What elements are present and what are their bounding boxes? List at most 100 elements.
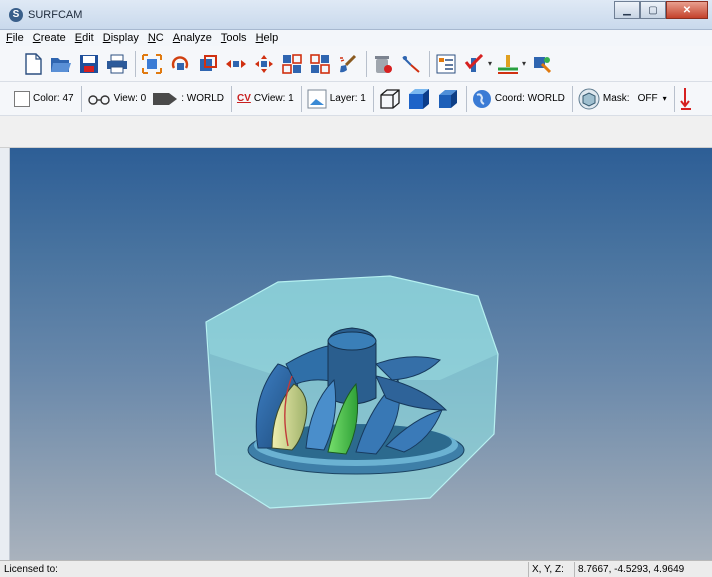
wireframe-cube-icon — [380, 88, 400, 109]
rotate-view-button[interactable] — [169, 52, 191, 76]
delete-button[interactable] — [372, 52, 394, 76]
cview-selector[interactable]: CV CView: 1 — [237, 93, 294, 104]
cview-label: CView: 1 — [253, 93, 294, 104]
toolbar-separator — [465, 85, 467, 112]
menu-edit[interactable]: Edit — [75, 32, 94, 44]
coord-selector[interactable]: Coord: WORLD — [472, 89, 565, 109]
menu-bar: File Create Edit Display NC Analyze Tool… — [0, 30, 712, 46]
brush-icon — [340, 54, 357, 72]
trim-icon — [402, 55, 420, 73]
coordinate-readout: 8.7667, -4.5293, 4.9649 — [574, 561, 712, 577]
arrow-block-icon — [153, 92, 178, 105]
toolbar-separator — [366, 50, 367, 77]
main-toolbar: ▾ ▾ — [0, 46, 712, 82]
menu-create[interactable]: Create — [33, 32, 66, 44]
view-layout-alt-button[interactable] — [309, 52, 331, 76]
menu-tools[interactable]: Tools — [221, 32, 247, 44]
cview-icon: CV — [236, 93, 251, 104]
mask-selector[interactable]: Mask: OFF ▾ — [578, 88, 667, 110]
coord-label: Coord: WORLD — [494, 93, 565, 104]
toolbar-separator — [300, 85, 302, 112]
post-process-button[interactable] — [531, 52, 553, 76]
color-label: Color: 47 — [33, 93, 74, 104]
zoom-extents-button[interactable] — [141, 52, 163, 76]
toolbar-separator — [571, 85, 573, 112]
layer-selector[interactable]: Layer: 1 — [307, 89, 366, 109]
mask-cube-icon — [578, 88, 600, 109]
pan-horizontal-button[interactable] — [225, 52, 247, 76]
title-bar: S SURFCAM ▁ ▢ ✕ — [0, 0, 712, 30]
zoom-window-icon — [200, 54, 217, 71]
view-layout-button[interactable] — [281, 52, 303, 76]
verify-dropdown-icon[interactable]: ▾ — [488, 59, 492, 68]
open-file-button[interactable] — [50, 52, 72, 76]
mask-dropdown-icon[interactable]: ▾ — [663, 94, 667, 103]
extra-tool-button[interactable] — [679, 87, 692, 110]
toolbar-separator — [673, 85, 675, 112]
close-button[interactable]: ✕ — [666, 1, 708, 19]
mask-label: Mask: — [602, 93, 630, 104]
glasses-icon — [87, 94, 110, 105]
tool-icon — [498, 54, 519, 74]
menu-file[interactable]: File — [6, 32, 24, 44]
left-panel-edge — [0, 148, 10, 560]
view-label: View: 0 — [113, 93, 147, 104]
pan-all-button[interactable] — [253, 52, 275, 76]
tool-button[interactable] — [497, 52, 519, 76]
color-selector[interactable]: Color: 47 — [14, 90, 74, 107]
close-icon: ✕ — [682, 4, 692, 16]
menu-display[interactable]: Display — [103, 32, 139, 44]
toolbar-separator — [80, 85, 82, 112]
status-toolbar: Color: 47 View: 0 : WORLD CV CView: 1 La… — [0, 82, 712, 116]
printer-icon — [107, 54, 127, 73]
command-strip — [0, 116, 712, 148]
new-file-button[interactable] — [22, 52, 44, 76]
pan-all-icon — [255, 54, 273, 73]
post-process-icon — [534, 56, 552, 73]
clean-screen-button[interactable] — [337, 52, 359, 76]
operations-manager-button[interactable] — [435, 52, 457, 76]
menu-help[interactable]: Help — [256, 32, 279, 44]
color-swatch — [14, 90, 30, 107]
toolbar-separator — [230, 85, 232, 112]
verify-icon — [464, 53, 484, 72]
world-selector[interactable]: : WORLD — [152, 90, 224, 108]
wireframe-button[interactable] — [379, 88, 401, 110]
status-bar: Licensed to: X, Y, Z: 8.7667, -4.5293, 4… — [0, 560, 712, 577]
minimize-icon: ▁ — [623, 4, 631, 16]
window-controls: ▁ ▢ ✕ — [614, 1, 708, 20]
toolbar-separator — [372, 85, 374, 112]
save-button[interactable] — [78, 52, 100, 76]
menu-analyze[interactable]: Analyze — [173, 32, 212, 44]
mask-value: OFF — [637, 93, 658, 104]
layer-icon — [307, 89, 327, 108]
print-button[interactable] — [106, 52, 128, 76]
graphics-viewport[interactable] — [10, 148, 712, 560]
toolbar-separator — [135, 50, 136, 77]
window-title: SURFCAM — [28, 9, 83, 21]
shaded-edges-button[interactable] — [437, 88, 459, 110]
pan-horizontal-icon — [226, 59, 246, 68]
zoom-window-button[interactable] — [197, 52, 219, 76]
rotate-icon — [171, 55, 189, 70]
shaded-button[interactable] — [407, 87, 431, 111]
new-file-icon — [25, 52, 42, 75]
minimize-button[interactable]: ▁ — [614, 1, 640, 19]
trim-button[interactable] — [400, 52, 422, 76]
coordinate-label: X, Y, Z: — [528, 561, 574, 577]
toolbar-separator — [429, 50, 430, 77]
maximize-icon: ▢ — [648, 4, 658, 16]
world-label: : WORLD — [181, 93, 224, 104]
tool-dropdown-icon[interactable]: ▾ — [522, 59, 526, 68]
red-arrow-icon — [679, 87, 691, 110]
surfcam-logo-icon: S — [9, 8, 23, 22]
license-status: Licensed to: — [4, 563, 58, 575]
save-icon — [80, 54, 98, 73]
maximize-button[interactable]: ▢ — [640, 1, 666, 19]
operations-list-icon — [436, 54, 456, 73]
trash-icon — [375, 55, 392, 73]
verify-button[interactable] — [463, 52, 485, 76]
view-selector[interactable]: View: 0 — [87, 93, 147, 105]
menu-nc[interactable]: NC — [148, 32, 164, 44]
shaded-cube-icon — [408, 88, 429, 109]
